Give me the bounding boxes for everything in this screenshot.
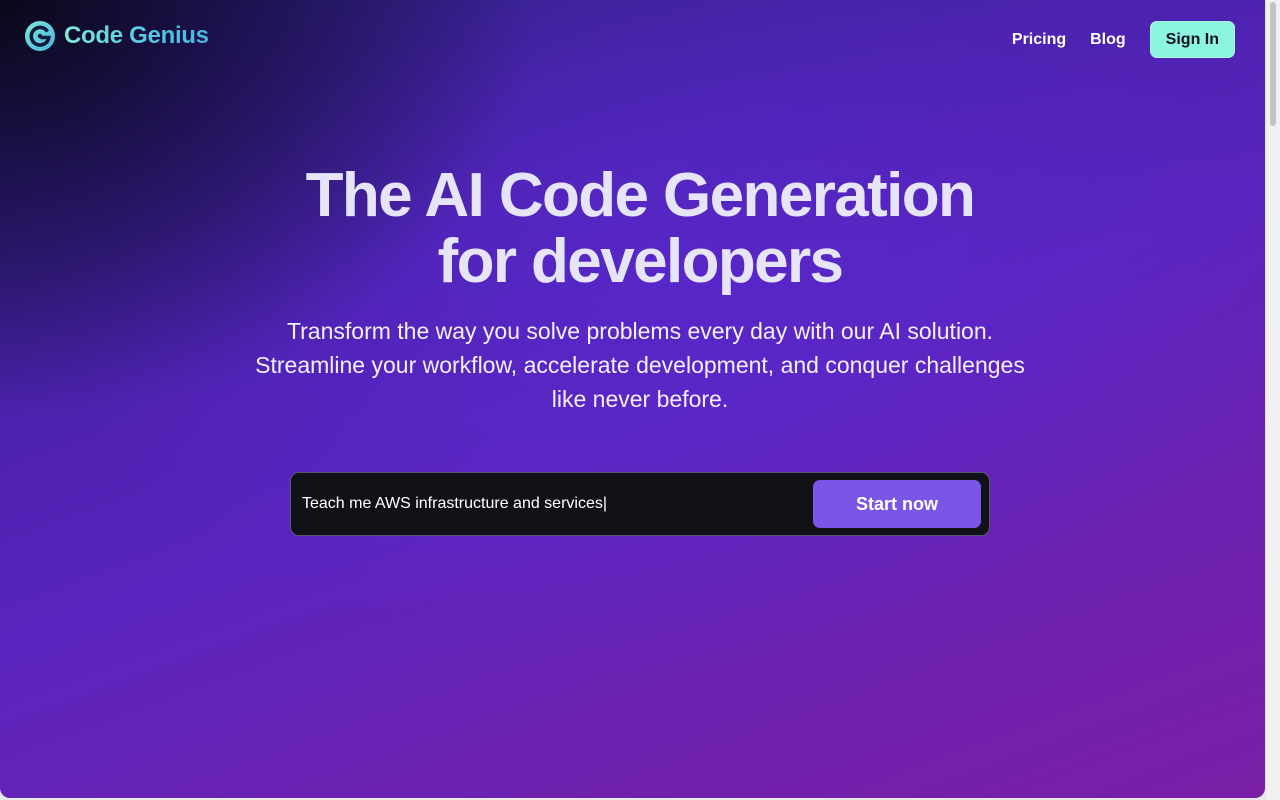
prompt-input[interactable] [302, 484, 813, 524]
hero-title-line: for developers [437, 227, 844, 296]
top-nav: Pricing Blog Sign In [1012, 21, 1235, 58]
hero-subtitle-line: Transform the way you solve problems eve… [286, 318, 994, 344]
hero-subtitle-line: Streamline your workflow, accelerate dev… [255, 352, 1025, 378]
hero-title-line: The AI Code Generation [305, 161, 976, 230]
g-circle-logo-icon [25, 21, 55, 51]
hero-title: The AI Code Generation for developers [0, 163, 1265, 295]
landing-page: Code Genius Pricing Blog Sign In The AI … [0, 0, 1265, 798]
page-scrollbar[interactable] [1265, 0, 1280, 800]
hero-subtitle-line: like never before. [551, 386, 729, 412]
sign-in-button[interactable]: Sign In [1149, 21, 1235, 58]
start-now-button[interactable]: Start now [813, 480, 981, 528]
brand-name: Code Genius [64, 22, 209, 49]
prompt-bar: Start now [290, 472, 990, 536]
nav-link-pricing[interactable]: Pricing [1012, 31, 1066, 49]
nav-link-blog[interactable]: Blog [1090, 31, 1126, 49]
brand-logo-link[interactable]: Code Genius [24, 20, 209, 52]
scrollbar-thumb[interactable] [1270, 2, 1276, 126]
hero-subtitle: Transform the way you solve problems eve… [210, 314, 1070, 416]
